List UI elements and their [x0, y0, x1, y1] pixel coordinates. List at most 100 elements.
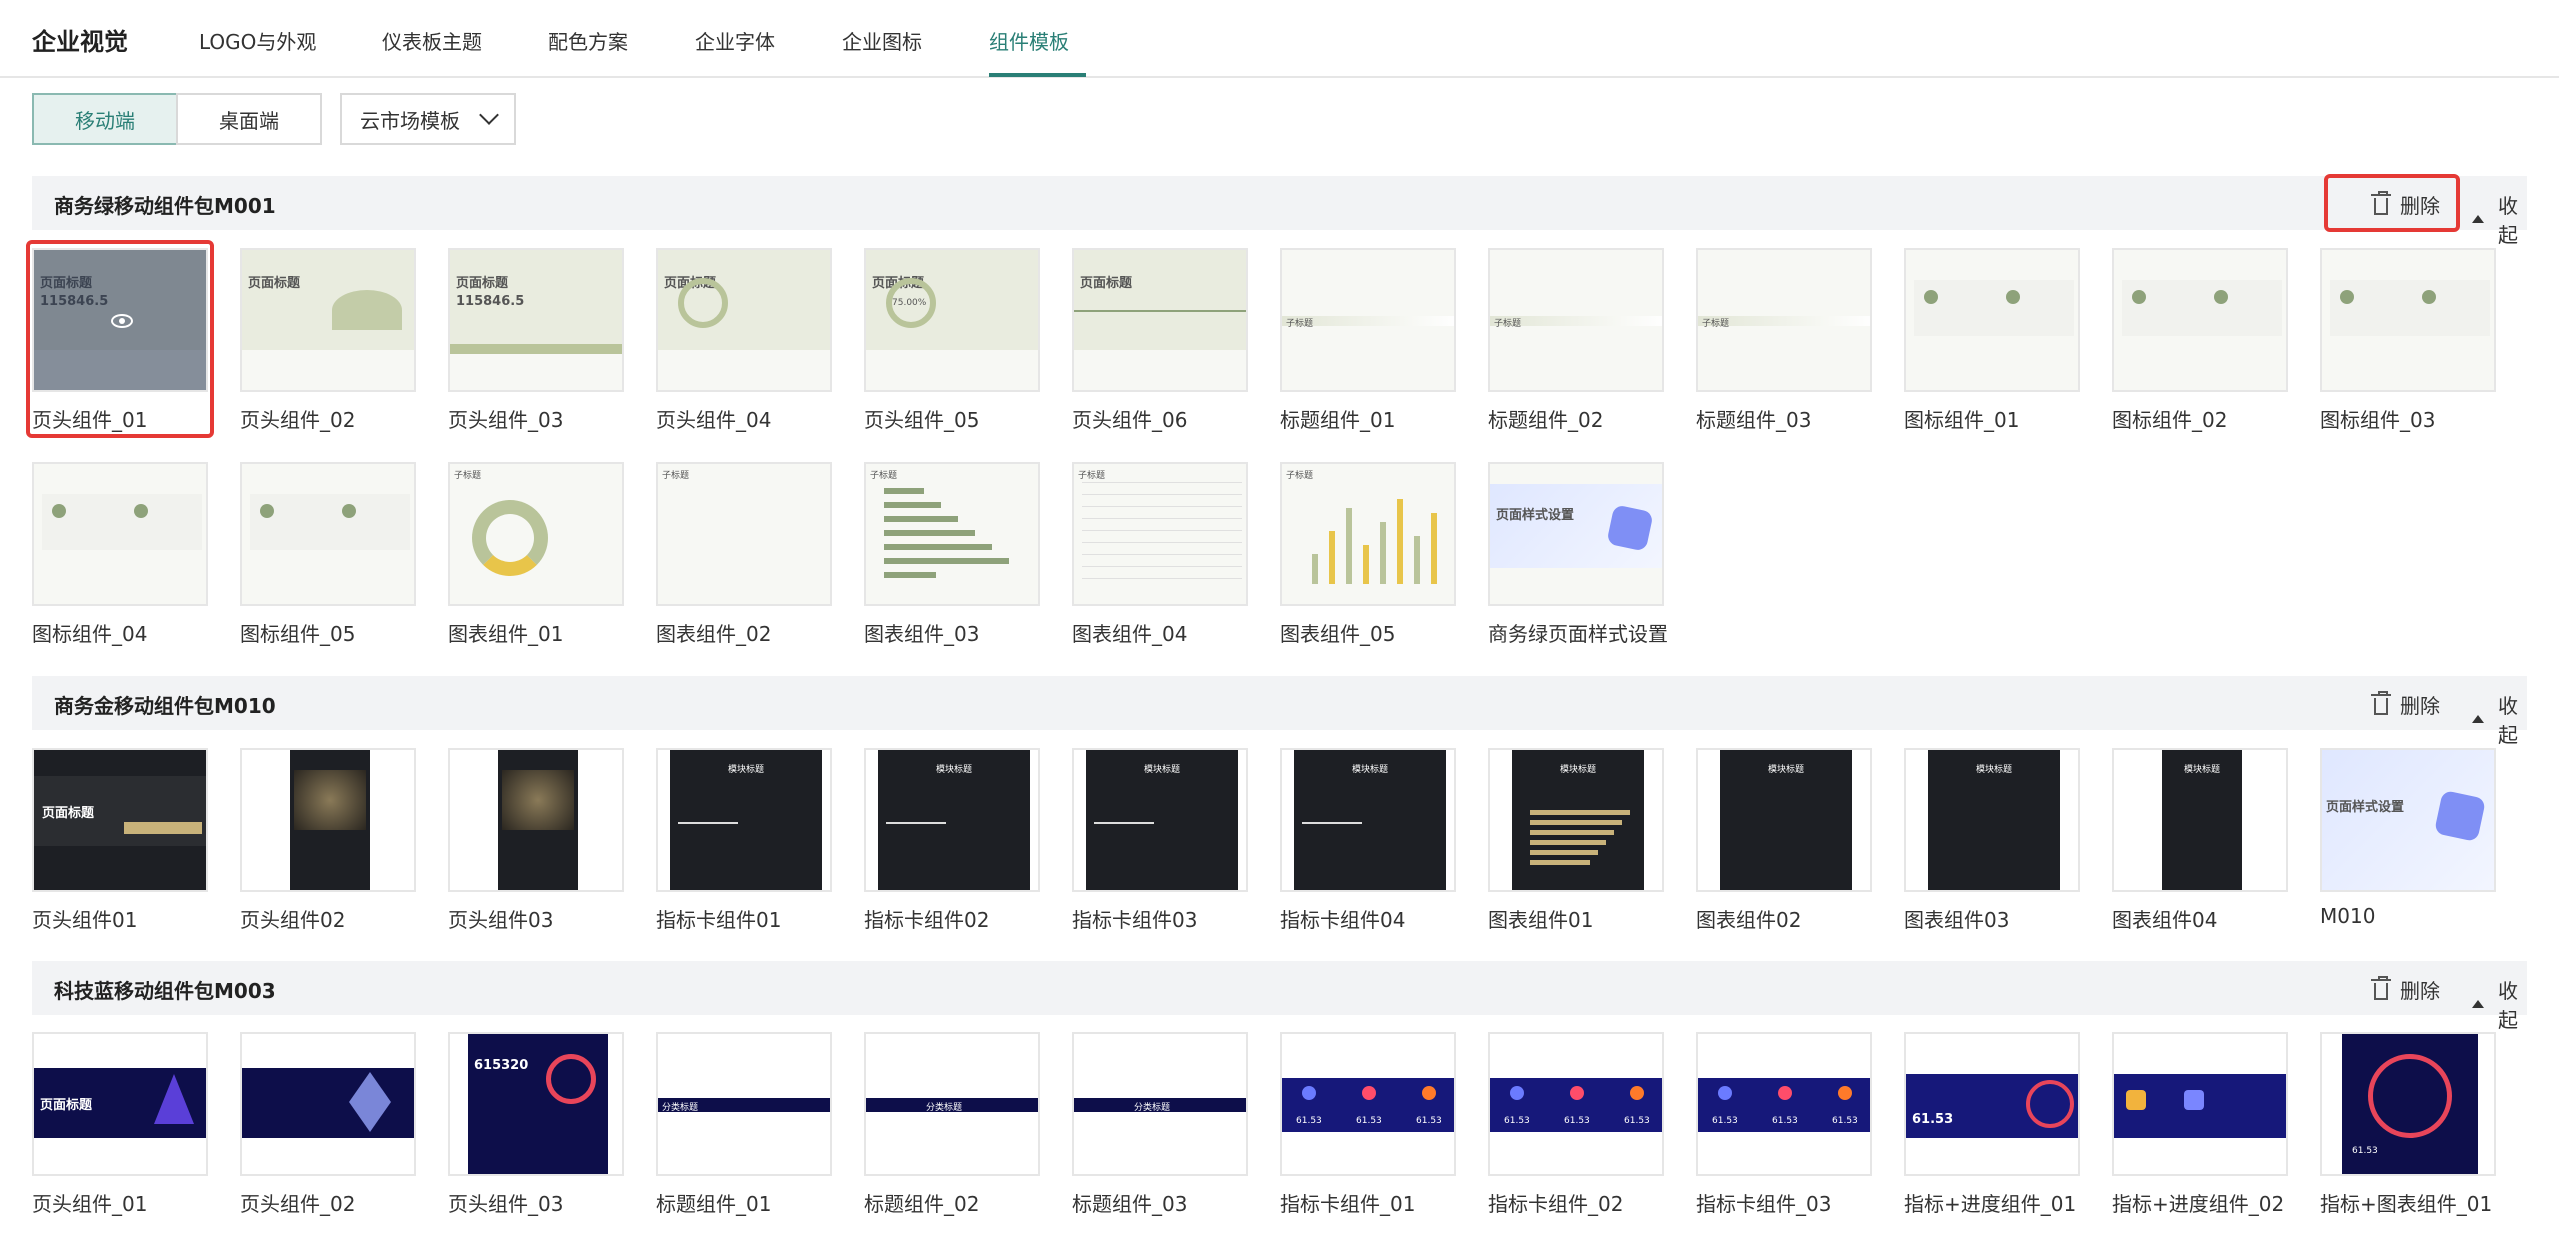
component-label: 指标卡组件03 — [1072, 908, 1198, 932]
delete-button[interactable]: 删除 — [2350, 186, 2488, 222]
thumb-preview: 分类标题 — [658, 1034, 830, 1174]
component-card[interactable]: 子标题 — [448, 462, 624, 606]
component-card[interactable]: 页面标题 — [32, 748, 208, 892]
component-card[interactable] — [32, 462, 208, 606]
thumb-text: 61.53 — [1564, 1116, 1590, 1126]
template-source-select[interactable]: 云市场模板 — [340, 93, 516, 145]
component-card[interactable]: 模块标题 — [864, 748, 1040, 892]
delete-button[interactable]: 删除 — [2350, 971, 2488, 1007]
component-label: 指标+图表组件_01 — [2320, 1192, 2493, 1216]
component-card[interactable]: 模块标题 — [1488, 748, 1664, 892]
component-card[interactable]: 分类标题 — [864, 1032, 1040, 1176]
thumb-text: 115846.5 — [456, 294, 525, 309]
component-card[interactable] — [1904, 248, 2080, 392]
tab-color-scheme[interactable]: 配色方案 — [548, 26, 628, 55]
component-card[interactable]: 模块标题 — [656, 748, 832, 892]
component-card[interactable] — [240, 748, 416, 892]
component-label: 指标+进度组件_02 — [2112, 1192, 2285, 1216]
thumb-preview: 61.53 — [2322, 1034, 2494, 1174]
component-card[interactable] — [2320, 248, 2496, 392]
component-card[interactable]: 61.53 61.53 61.53 — [1488, 1032, 1664, 1176]
collapse-label: 收起 — [2498, 979, 2518, 1032]
component-card[interactable]: 模块标题 — [1072, 748, 1248, 892]
component-card[interactable] — [2112, 248, 2288, 392]
thumb-shape — [260, 504, 274, 518]
component-card[interactable]: 子标题 — [1488, 248, 1664, 392]
component-card[interactable]: 页面标题 — [1072, 248, 1248, 392]
component-card[interactable]: 页面标题 — [656, 248, 832, 392]
component-card[interactable]: 子标题 — [1280, 462, 1456, 606]
thumb-shape — [1082, 518, 1242, 519]
component-label: 指标+进度组件_01 — [1904, 1192, 2077, 1216]
component-card[interactable] — [240, 462, 416, 606]
tab-dashboard-theme[interactable]: 仪表板主题 — [382, 26, 482, 55]
component-card[interactable]: 615320 — [448, 1032, 624, 1176]
component-label: 图标组件_04 — [32, 622, 148, 646]
thumb-shape — [2214, 290, 2228, 304]
tab-font[interactable]: 企业字体 — [695, 26, 775, 55]
component-card[interactable]: 页面标题 75.00% — [864, 248, 1040, 392]
tab-icons[interactable]: 企业图标 — [842, 26, 922, 55]
component-card[interactable] — [240, 1032, 416, 1176]
component-card[interactable]: 子标题 — [1280, 248, 1456, 392]
thumb-preview — [34, 464, 206, 604]
thumb-text: 子标题 — [1078, 471, 1106, 481]
component-card[interactable]: 模块标题 — [2112, 748, 2288, 892]
thumb-shape — [1630, 1086, 1644, 1100]
delete-button[interactable]: 删除 — [2350, 686, 2488, 722]
thumb-shape — [884, 530, 975, 536]
thumb-text: 页面标题 — [456, 276, 509, 291]
component-card[interactable]: 分类标题 — [656, 1032, 832, 1176]
collapse-button[interactable]: 收起 — [2472, 190, 2527, 248]
thumb-text: 页面样式设置 — [2326, 800, 2405, 815]
component-card[interactable]: 页面样式设置 — [2320, 748, 2496, 892]
component-card[interactable]: 分类标题 — [1072, 1032, 1248, 1176]
tab-component-templates[interactable]: 组件模板 — [989, 26, 1069, 55]
component-card[interactable]: 页面标题 115846.5 — [448, 248, 624, 392]
component-card[interactable]: 61.53 61.53 61.53 — [1280, 1032, 1456, 1176]
desktop-toggle[interactable]: 桌面端 — [176, 93, 322, 145]
collapse-button[interactable]: 收起 — [2472, 975, 2527, 1033]
component-card[interactable]: 模块标题 — [1696, 748, 1872, 892]
thumb-preview: 模块标题 — [2114, 750, 2286, 890]
thumb-shape — [42, 494, 202, 550]
mobile-toggle[interactable]: 移动端 — [32, 93, 178, 145]
thumb-shape — [1346, 508, 1352, 584]
component-card[interactable]: 页面标题 — [32, 1032, 208, 1176]
eye-icon[interactable] — [111, 314, 133, 328]
package-title: 商务绿移动组件包M001 — [54, 194, 276, 218]
thumb-shape — [2006, 290, 2020, 304]
component-card[interactable]: 模块标题 — [1904, 748, 2080, 892]
component-card[interactable] — [2112, 1032, 2288, 1176]
thumb-shape — [884, 488, 924, 494]
thumb-text: 页面标题 — [248, 276, 301, 291]
component-label: 图表组件03 — [1904, 908, 2010, 932]
thumb-shape — [472, 500, 548, 576]
component-card[interactable]: 模块标题 — [1280, 748, 1456, 892]
component-card[interactable]: 子标题 — [1696, 248, 1872, 392]
component-label: 页头组件03 — [448, 908, 554, 932]
component-label: 图表组件_04 — [1072, 622, 1188, 646]
component-card[interactable]: 61.53 — [2320, 1032, 2496, 1176]
tab-logo[interactable]: LOGO与外观 — [199, 26, 316, 55]
component-card[interactable]: 61.53 — [1904, 1032, 2080, 1176]
thumb-text: 页面标题 — [40, 1098, 93, 1113]
component-card[interactable]: 页面样式设置 — [1488, 462, 1664, 606]
thumb-shape — [1302, 822, 1362, 824]
thumb-text: 分类标题 — [1134, 1103, 1171, 1113]
component-card[interactable]: 子标题 — [1072, 462, 1248, 606]
thumb-text: 模块标题 — [1560, 765, 1597, 775]
collapse-button[interactable]: 收起 — [2472, 690, 2527, 748]
component-card[interactable]: 子标题 — [864, 462, 1040, 606]
component-card[interactable]: 页面标题 — [240, 248, 416, 392]
component-label: 图表组件_05 — [1280, 622, 1396, 646]
component-label: 标题组件_01 — [1280, 408, 1396, 432]
thumb-preview — [2114, 1034, 2286, 1174]
thumb-shape — [1414, 536, 1420, 584]
component-card[interactable] — [448, 748, 624, 892]
component-card[interactable]: 子标题 — [656, 462, 832, 606]
component-card[interactable]: 61.53 61.53 61.53 — [1696, 1032, 1872, 1176]
thumb-preview: 页面标题 115846.5 — [450, 250, 622, 390]
trash-icon — [2371, 975, 2391, 1000]
component-card[interactable]: 页面标题115846.5 — [32, 248, 208, 392]
